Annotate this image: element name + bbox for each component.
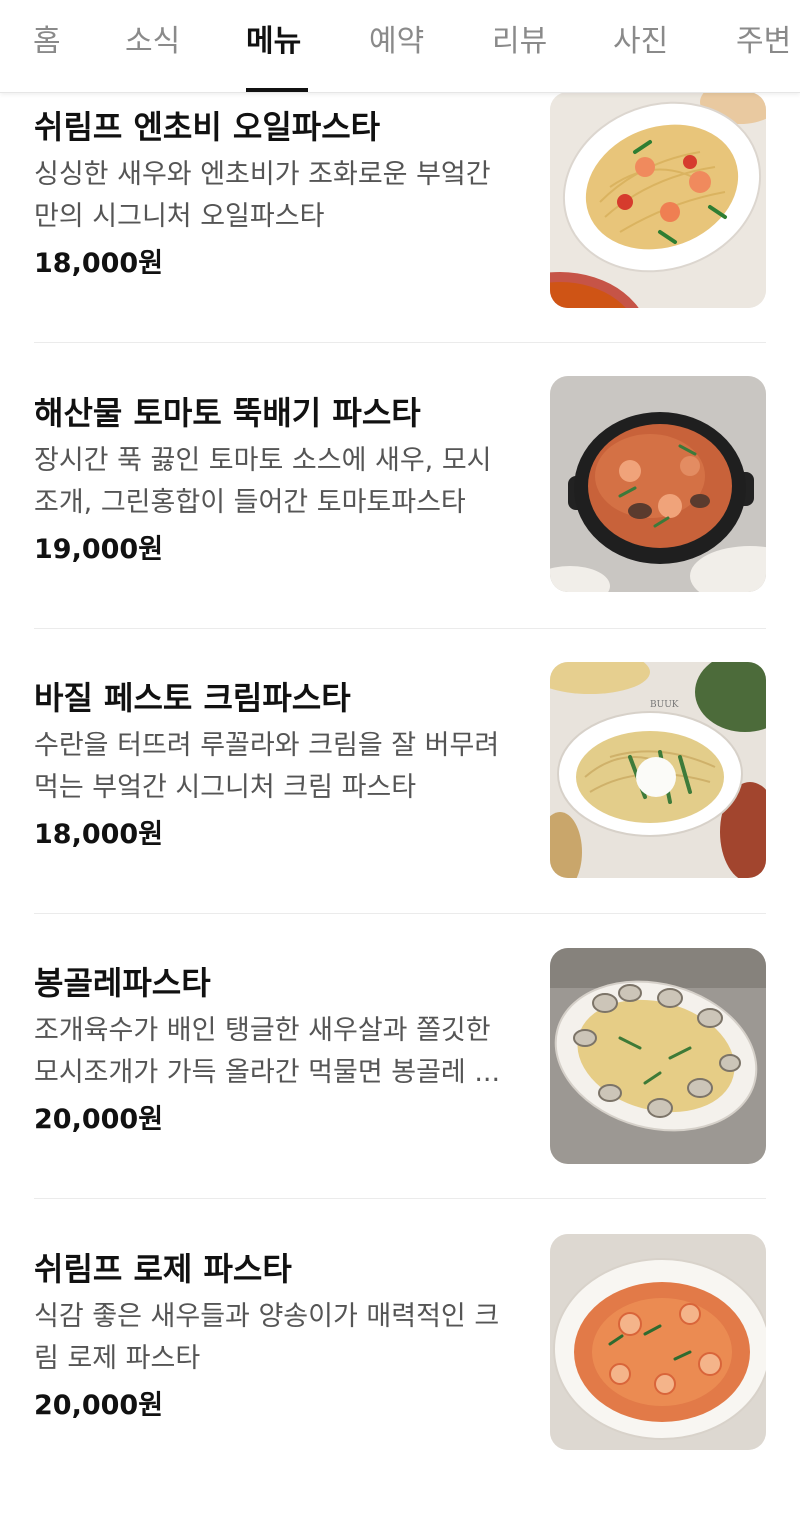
menu-item-price: 20,000원	[34, 1104, 164, 1135]
menu-item-description-line: 먹는 부엌간 시그니처 크림 파스타	[34, 772, 417, 803]
tab-reviews[interactable]: 리뷰	[492, 22, 547, 62]
menu-item-description: 수란을 터뜨려 루꼴라와 크림을 잘 버무려 먹는 부엌간 시그니처 크림 파스…	[34, 725, 524, 809]
menu-item-description-line: 조개, 그린홍합이 들어간 토마토파스타	[34, 487, 466, 518]
tab-home[interactable]: 홈	[33, 22, 61, 62]
menu-item-name: 바질 페스토 크림파스타	[34, 679, 351, 717]
menu-item-photo[interactable]	[550, 948, 766, 1164]
tab-menu[interactable]: 메뉴	[246, 22, 301, 62]
divider	[34, 628, 766, 629]
menu-item-name: 쉬림프 엔초비 오일파스타	[34, 108, 381, 146]
menu-item-description-line: 싱싱한 새우와 엔초비가 조화로운 부엌간	[34, 159, 491, 190]
menu-item-description: 장시간 푹 끓인 토마토 소스에 새우, 모시 조개, 그린홍합이 들어간 토마…	[34, 440, 524, 524]
menu-item-name: 쉬림프 로제 파스타	[34, 1250, 292, 1288]
tab-news[interactable]: 소식	[125, 22, 180, 62]
menu-item-description: 식감 좋은 새우들과 양송이가 매력적인 크 림 로제 파스타	[34, 1296, 524, 1380]
tab-reservation[interactable]: 예약	[369, 22, 424, 62]
menu-item-name: 해산물 토마토 뚝배기 파스타	[34, 394, 421, 432]
menu-item-description-line: 모시조개가 가득 올라간 먹물면 봉골레 ...	[34, 1057, 501, 1088]
menu-item-price: 20,000원	[34, 1390, 164, 1421]
menu-item-photo[interactable]: BUUK	[550, 662, 766, 878]
menu-item-description-line: 수란을 터뜨려 루꼴라와 크림을 잘 버무려	[34, 730, 500, 761]
tab-nearby[interactable]: 주변	[736, 22, 791, 62]
menu-item-description-line: 장시간 푹 끓인 토마토 소스에 새우, 모시	[34, 445, 492, 476]
menu-item-description: 조개육수가 배인 탱글한 새우살과 쫄깃한 모시조개가 가득 올라간 먹물면 봉…	[34, 1010, 524, 1094]
menu-item-price: 18,000원	[34, 248, 164, 279]
divider	[34, 913, 766, 914]
tab-photos[interactable]: 사진	[613, 22, 668, 62]
menu-item-photo[interactable]	[550, 1234, 766, 1450]
menu-item[interactable]: 바질 페스토 크림파스타 수란을 터뜨려 루꼴라와 크림을 잘 버무려 먹는 부…	[0, 662, 800, 963]
menu-item-photo[interactable]	[550, 376, 766, 592]
menu-item-price: 19,000원	[34, 534, 164, 565]
menu-item[interactable]: 쉬림프 로제 파스타 식감 좋은 새우들과 양송이가 매력적인 크 림 로제 파…	[0, 1234, 800, 1534]
menu-item-description: 싱싱한 새우와 엔초비가 조화로운 부엌간 만의 시그니처 오일파스타	[34, 154, 524, 238]
menu-item-photo[interactable]	[550, 92, 766, 308]
divider	[34, 342, 766, 343]
menu-item-description-line: 만의 시그니처 오일파스타	[34, 201, 325, 232]
menu-item[interactable]: 봉골레파스타 조개육수가 배인 탱글한 새우살과 쫄깃한 모시조개가 가득 올라…	[0, 948, 800, 1248]
menu-item[interactable]: 쉬림프 엔초비 오일파스타 싱싱한 새우와 엔초비가 조화로운 부엌간 만의 시…	[0, 92, 800, 392]
divider	[34, 1198, 766, 1199]
menu-item-description-line: 식감 좋은 새우들과 양송이가 매력적인 크	[34, 1301, 500, 1332]
menu-item-name: 봉골레파스타	[34, 964, 211, 1002]
active-tab-indicator	[246, 88, 308, 92]
menu-item[interactable]: 해산물 토마토 뚝배기 파스타 장시간 푹 끓인 토마토 소스에 새우, 모시 …	[0, 376, 800, 678]
menu-item-description-line: 림 로제 파스타	[34, 1343, 201, 1374]
menu-item-price: 18,000원	[34, 819, 164, 850]
tab-bar: 홈 소식 메뉴 예약 리뷰 사진 주변	[0, 0, 800, 93]
svg-text:BUUK: BUUK	[650, 700, 679, 710]
menu-item-description-line: 조개육수가 배인 탱글한 새우살과 쫄깃한	[34, 1015, 491, 1046]
